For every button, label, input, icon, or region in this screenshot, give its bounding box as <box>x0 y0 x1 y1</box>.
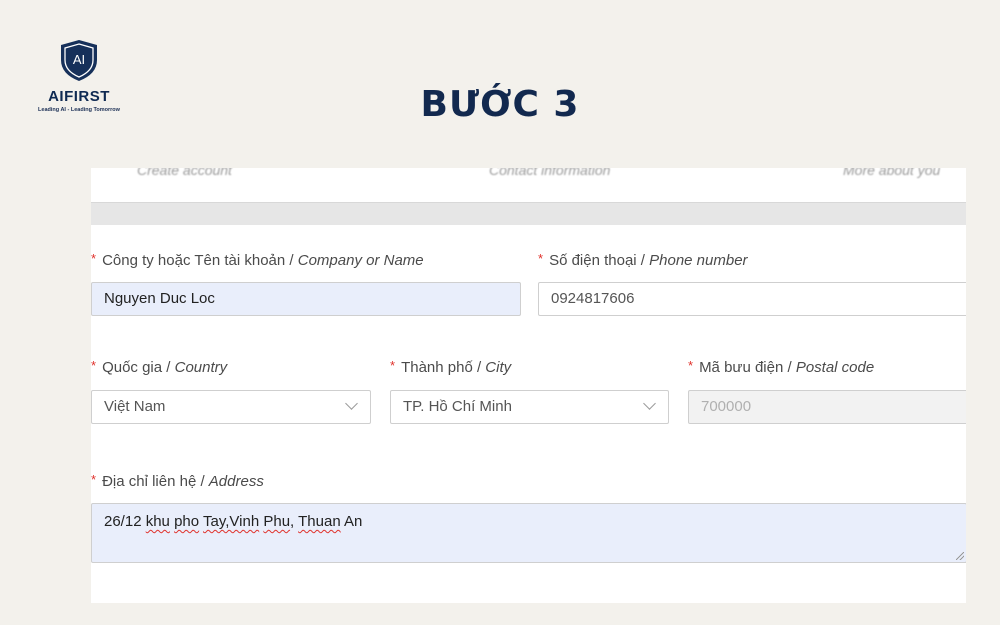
city-select[interactable]: TP. Hồ Chí Minh <box>390 390 669 424</box>
company-label: * Công ty hoặc Tên tài khoản / Company or… <box>91 251 424 269</box>
required-mark: * <box>91 251 97 266</box>
city-label: * Thành phố / City <box>390 358 512 376</box>
required-mark: * <box>688 358 694 373</box>
postal-label: * Mã bưu điện / Postal code <box>688 358 875 376</box>
address-textarea[interactable]: 26/12 khu pho Tay,Vinh Phu, Thuan An <box>91 503 966 563</box>
step-contact-information[interactable]: Contact information <box>489 168 610 178</box>
registration-form-panel: Create account Contact information More … <box>91 168 966 603</box>
step-more-about-you[interactable]: More about you <box>843 168 940 178</box>
city-value: TP. Hồ Chí Minh <box>403 398 512 415</box>
stepper-divider <box>91 202 966 225</box>
country-value: Việt Nam <box>104 398 166 415</box>
country-select[interactable]: Việt Nam <box>91 390 371 424</box>
phone-label: * Số điện thoại / Phone number <box>538 251 748 269</box>
chevron-down-icon <box>643 397 656 410</box>
required-mark: * <box>390 358 396 373</box>
svg-text:AI: AI <box>73 52 85 67</box>
stepper: Create account Contact information More … <box>91 168 966 202</box>
required-mark: * <box>538 251 544 266</box>
shield-logo-icon: AI <box>61 40 97 81</box>
chevron-down-icon <box>345 397 358 410</box>
address-label: * Địa chỉ liên hệ / Address <box>91 472 264 490</box>
step-create-account[interactable]: Create account <box>137 168 232 178</box>
resize-handle-icon[interactable] <box>956 552 964 560</box>
required-mark: * <box>91 358 97 373</box>
postal-code-input: 700000 <box>688 390 966 424</box>
page-title: BƯỚC 3 <box>420 84 580 125</box>
phone-input[interactable]: 0924817606 <box>538 282 966 316</box>
company-input[interactable]: Nguyen Duc Loc <box>91 282 521 316</box>
country-label: * Quốc gia / Country <box>91 358 228 376</box>
required-mark: * <box>91 472 97 487</box>
